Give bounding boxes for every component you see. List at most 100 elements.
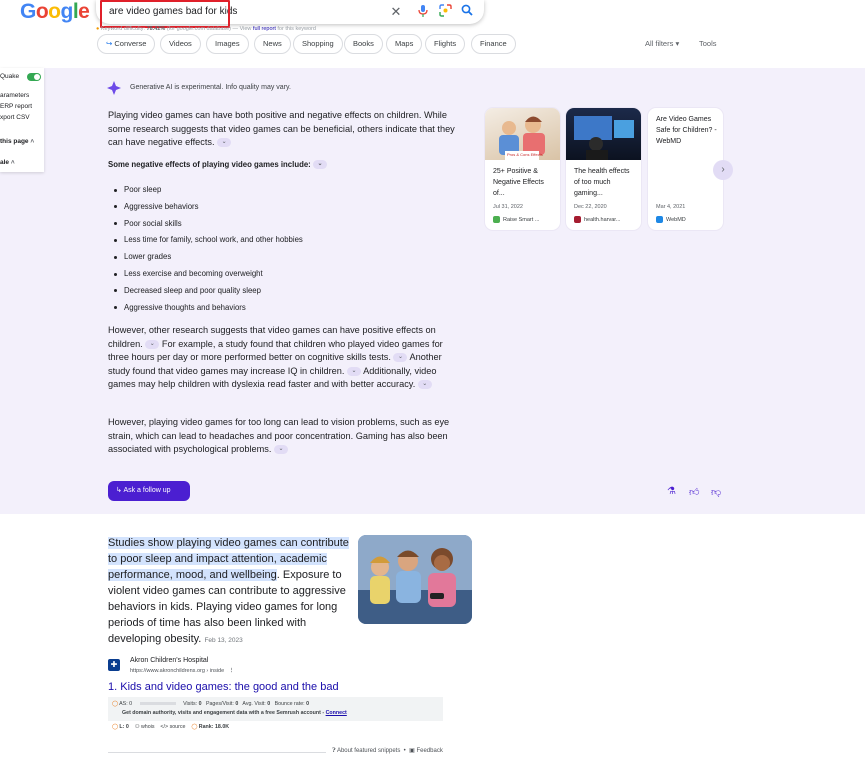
bullet-icon bbox=[114, 188, 117, 192]
tab-books[interactable]: Books bbox=[344, 34, 383, 54]
negative-heading: Some negative effects of playing video g… bbox=[108, 160, 327, 170]
flask-icon[interactable]: ⚗ bbox=[667, 486, 676, 497]
ask-follow-up-button[interactable]: ↳ Ask a follow up bbox=[108, 481, 190, 501]
close-icon[interactable]: ✕ bbox=[388, 4, 404, 20]
source-favicon-icon bbox=[574, 216, 581, 223]
tab-news[interactable]: News bbox=[254, 34, 291, 54]
list-item: Less exercise and becoming overweight bbox=[124, 269, 263, 278]
quake-toggle[interactable] bbox=[27, 73, 41, 81]
result-number: 1. bbox=[108, 681, 118, 693]
expand-chevron-icon[interactable]: ⌄ bbox=[217, 138, 232, 148]
source-card[interactable]: The health effects of too much gaming...… bbox=[566, 108, 641, 230]
keyword-difficulty-line: ● Keyword difficulty: 78.42% (for google… bbox=[96, 26, 316, 32]
card-source-name: health.harvar... bbox=[584, 216, 621, 223]
tab-images[interactable]: Images bbox=[206, 34, 249, 54]
tab-converse[interactable]: ↪ Converse bbox=[97, 34, 156, 54]
tab-videos[interactable]: Videos bbox=[160, 34, 201, 54]
serp-report-link[interactable]: ERP report bbox=[0, 103, 32, 110]
ai-intro-text: Playing video games can have both positi… bbox=[108, 110, 455, 147]
source-card[interactable]: Are Video Games Safe for Children? - Web… bbox=[648, 108, 723, 230]
tab-flights[interactable]: Flights bbox=[425, 34, 466, 54]
export-csv-link[interactable]: xport CSV bbox=[0, 114, 30, 121]
list-item: Decreased sleep and poor quality sleep bbox=[124, 285, 261, 295]
akron-favicon-icon: ✚ bbox=[108, 659, 120, 671]
seo-visits-label: Visits: bbox=[183, 701, 198, 707]
seo-sidebar: Quake arameters ERP report xport CSV thi… bbox=[0, 68, 44, 172]
thumbs-up-icon[interactable]: 👍︎ bbox=[689, 486, 699, 498]
tab-finance[interactable]: Finance bbox=[471, 34, 516, 54]
card-date: Mar 4, 2021 bbox=[656, 204, 686, 210]
card-image bbox=[566, 108, 641, 160]
as-circle-icon: ◯ bbox=[112, 701, 118, 707]
seo-avg-value: 0 bbox=[267, 701, 271, 707]
tab-label: Flights bbox=[434, 39, 457, 48]
tab-label: Videos bbox=[169, 39, 192, 48]
list-item: Lower grades bbox=[124, 252, 172, 262]
thumbs-down-icon[interactable]: 👎︎ bbox=[711, 486, 721, 498]
tools-button[interactable]: Tools bbox=[699, 39, 717, 48]
as-meter bbox=[139, 702, 176, 706]
tab-label: Finance bbox=[480, 39, 507, 48]
chevron-up-icon: ˄ bbox=[30, 138, 35, 145]
search-icon[interactable] bbox=[459, 4, 475, 20]
source-link[interactable]: source bbox=[170, 724, 186, 730]
more-options-icon[interactable]: ⋮ bbox=[229, 668, 235, 674]
rank-circle-icon: ◯ bbox=[191, 724, 198, 730]
source-favicon-icon bbox=[493, 216, 500, 223]
expand-chevron-icon[interactable]: ⌄ bbox=[273, 445, 288, 455]
tab-label: Shopping bbox=[302, 39, 334, 48]
result-url[interactable]: https://www.akronchildrens.org › inside … bbox=[130, 668, 234, 674]
result-url-text: https://www.akronchildrens.org › inside bbox=[130, 668, 225, 674]
card-title[interactable]: The health effects of too much gaming... bbox=[574, 166, 636, 199]
logo-letter: g bbox=[60, 0, 74, 23]
card-source-name: WebMD bbox=[666, 216, 686, 223]
expand-chevron-icon[interactable]: ⌄ bbox=[417, 380, 432, 390]
ai-notice: Generative AI is experimental. Info qual… bbox=[130, 84, 291, 91]
this-page-toggle[interactable]: this page ˄ bbox=[0, 138, 34, 145]
google-logo[interactable]: Google bbox=[20, 0, 90, 24]
logo-letter: G bbox=[20, 0, 36, 23]
l-circle-icon: ◯ bbox=[112, 724, 118, 730]
ai-positive: However, other research suggests that vi… bbox=[108, 324, 463, 392]
result-title-link[interactable]: 1. Kids and video games: the good and th… bbox=[108, 681, 339, 693]
seo-l: L: 0 bbox=[119, 724, 129, 730]
seo-avg-label: Avg. Visit: bbox=[242, 701, 266, 707]
tab-shopping[interactable]: Shopping bbox=[293, 34, 343, 54]
whois-link[interactable]: whois bbox=[141, 724, 155, 730]
card-title[interactable]: Are Video Games Safe for Children? - Web… bbox=[656, 114, 718, 147]
expand-chevron-icon[interactable]: ⌄ bbox=[347, 366, 362, 376]
next-arrow-icon[interactable]: › bbox=[713, 160, 733, 180]
lens-icon[interactable] bbox=[437, 4, 453, 20]
source-card[interactable]: Pros & Cons Effects 25+ Positive & Negat… bbox=[485, 108, 560, 230]
parameters-link[interactable]: arameters bbox=[0, 92, 29, 99]
feedback-icon: ▣ bbox=[409, 748, 415, 754]
scale-toggle[interactable]: ale ˄ bbox=[0, 159, 15, 166]
all-filters-button[interactable]: All filters ▾ bbox=[645, 39, 679, 48]
chevron-up-icon: ˄ bbox=[10, 159, 15, 166]
full-report-link[interactable]: full report bbox=[253, 26, 276, 32]
expand-chevron-icon[interactable]: ⌄ bbox=[145, 339, 160, 349]
seo-visits-value: 0 bbox=[198, 701, 202, 707]
snippet-image[interactable] bbox=[358, 535, 472, 624]
feedback-link[interactable]: Feedback bbox=[416, 748, 442, 754]
expand-chevron-icon[interactable]: ⌄ bbox=[312, 160, 327, 170]
list-item: Less time for family, school work, and o… bbox=[124, 235, 303, 245]
connect-link[interactable]: Connect bbox=[326, 710, 347, 716]
card-image-caption: Pros & Cons Effects bbox=[507, 152, 543, 157]
help-icon: ❓︎ bbox=[332, 748, 336, 754]
semrush-icon: ● bbox=[96, 26, 100, 32]
mic-icon[interactable] bbox=[415, 4, 431, 20]
seo-rank: Rank: 18.0K bbox=[198, 724, 230, 730]
expand-chevron-icon[interactable]: ⌄ bbox=[393, 353, 408, 363]
all-filters-label: All filters bbox=[645, 39, 674, 48]
seo-pages-value: 0 bbox=[235, 701, 239, 707]
about-snippets-link[interactable]: About featured snippets bbox=[337, 748, 400, 754]
scale-label: ale bbox=[0, 159, 10, 166]
list-item: Aggressive behaviors bbox=[124, 201, 199, 211]
list-item: Aggressive thoughts and behaviors bbox=[124, 302, 246, 312]
semrush-metrics-bar: ◯ AS: 0 Visits: 0 Pages/Visit: 0 Avg. Vi… bbox=[108, 697, 443, 721]
tab-maps[interactable]: Maps bbox=[386, 34, 423, 54]
card-title[interactable]: 25+ Positive & Negative Effects of... bbox=[493, 166, 555, 199]
result-site-name[interactable]: Akron Children's Hospital bbox=[130, 657, 208, 664]
ai-closing: However, playing video games for too lon… bbox=[108, 416, 463, 457]
